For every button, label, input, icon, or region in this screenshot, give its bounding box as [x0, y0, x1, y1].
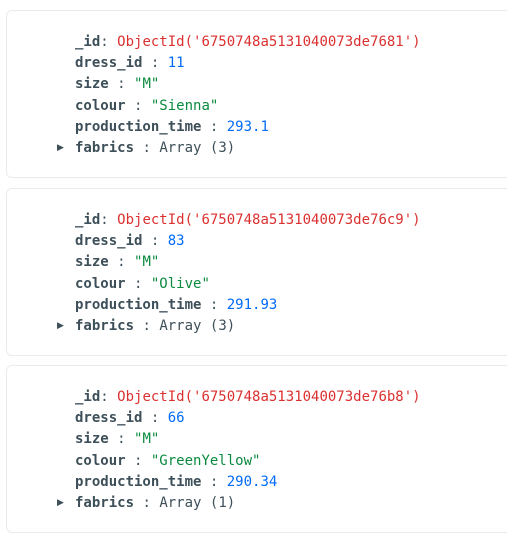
field-separator: :	[201, 118, 227, 135]
field-row--id: _id: ObjectId('6750748a5131040073de7681'…	[7, 32, 421, 53]
document-card[interactable]: _id: ObjectId('6750748a5131040073de7681'…	[6, 10, 507, 178]
field-row-dress-id: dress_id : 66	[7, 408, 421, 429]
field-key: size	[75, 254, 109, 271]
field-key: production_time	[75, 296, 202, 313]
field-separator: :	[142, 410, 168, 427]
field-key: _id	[75, 389, 101, 405]
field-row-production-time: production_time : 291.93	[7, 295, 421, 316]
field-separator: :	[125, 275, 151, 292]
field-value: 66	[167, 410, 185, 427]
field-key: size	[75, 76, 109, 93]
field-value: "GreenYellow"	[150, 452, 261, 469]
field-row-size: size : "M"	[7, 74, 421, 95]
field-value: 290.34	[226, 473, 278, 490]
field-key: fabrics	[75, 317, 135, 334]
document-fields: _id: ObjectId('6750748a5131040073de76c9'…	[7, 210, 421, 337]
field-key: production_time	[75, 118, 202, 135]
field-separator: :	[108, 76, 135, 93]
field-separator: :	[125, 97, 151, 114]
field-value: ObjectId('6750748a5131040073de76b8')	[117, 389, 421, 405]
document-card[interactable]: _id: ObjectId('6750748a5131040073de76c9'…	[6, 188, 507, 356]
field-separator: :	[100, 212, 118, 228]
field-row-colour: colour : "GreenYellow"	[7, 451, 421, 472]
field-row--id: _id: ObjectId('6750748a5131040073de76c9'…	[7, 210, 421, 231]
field-separator: :	[142, 55, 168, 72]
field-key: dress_id	[75, 233, 143, 250]
field-row-size: size : "M"	[7, 429, 421, 450]
field-separator: :	[201, 296, 227, 313]
field-value: "M"	[134, 76, 160, 93]
field-key: dress_id	[75, 55, 143, 72]
field-value: Array (3)	[159, 317, 236, 334]
field-row-dress-id: dress_id : 83	[7, 231, 421, 252]
field-row-fabrics[interactable]: ▶ fabrics : Array (1)	[7, 493, 421, 514]
field-row--id: _id: ObjectId('6750748a5131040073de76b8'…	[7, 387, 421, 408]
field-separator: :	[100, 34, 118, 50]
field-separator: :	[125, 452, 151, 469]
field-key: colour	[75, 452, 126, 469]
field-key: colour	[75, 97, 126, 114]
field-row-colour: colour : "Sienna"	[7, 96, 421, 117]
field-separator: :	[142, 233, 168, 250]
field-separator: :	[134, 139, 160, 156]
field-value: ObjectId('6750748a5131040073de76c9')	[117, 212, 421, 228]
field-separator: :	[201, 473, 227, 490]
field-row-fabrics[interactable]: ▶ fabrics : Array (3)	[7, 316, 421, 337]
field-separator: :	[100, 389, 118, 405]
field-key: fabrics	[75, 139, 135, 156]
field-key: _id	[75, 212, 101, 228]
field-key: production_time	[75, 473, 202, 490]
field-separator: :	[108, 431, 135, 448]
field-row-dress-id: dress_id : 11	[7, 53, 421, 74]
field-value: "M"	[134, 254, 160, 271]
field-value: "Sienna"	[150, 97, 219, 114]
field-value: Array (1)	[159, 494, 236, 511]
document-fields: _id: ObjectId('6750748a5131040073de76b8'…	[7, 387, 421, 514]
field-value: 293.1	[226, 118, 269, 135]
field-value: 83	[167, 233, 185, 250]
field-separator: :	[108, 254, 135, 271]
caret-right-icon[interactable]: ▶	[57, 493, 69, 514]
field-row-colour: colour : "Olive"	[7, 274, 421, 295]
caret-right-icon[interactable]: ▶	[57, 316, 69, 337]
field-row-fabrics[interactable]: ▶ fabrics : Array (3)	[7, 138, 421, 159]
document-list: _id: ObjectId('6750748a5131040073de7681'…	[0, 0, 507, 538]
field-value: 291.93	[226, 296, 278, 313]
field-value: 11	[167, 55, 185, 72]
field-row-size: size : "M"	[7, 252, 421, 273]
field-separator: :	[134, 317, 160, 334]
field-key: colour	[75, 275, 126, 292]
field-row-production-time: production_time : 293.1	[7, 117, 421, 138]
field-key: _id	[75, 34, 101, 50]
field-value: ObjectId('6750748a5131040073de7681')	[117, 34, 421, 50]
field-separator: :	[134, 494, 160, 511]
field-key: size	[75, 431, 109, 448]
field-row-production-time: production_time : 290.34	[7, 472, 421, 493]
field-key: dress_id	[75, 410, 143, 427]
field-key: fabrics	[75, 494, 135, 511]
document-card[interactable]: _id: ObjectId('6750748a5131040073de76b8'…	[6, 365, 507, 533]
field-value: "M"	[134, 431, 160, 448]
document-fields: _id: ObjectId('6750748a5131040073de7681'…	[7, 32, 421, 159]
field-value: Array (3)	[159, 139, 236, 156]
caret-right-icon[interactable]: ▶	[57, 138, 69, 159]
field-value: "Olive"	[150, 275, 210, 292]
